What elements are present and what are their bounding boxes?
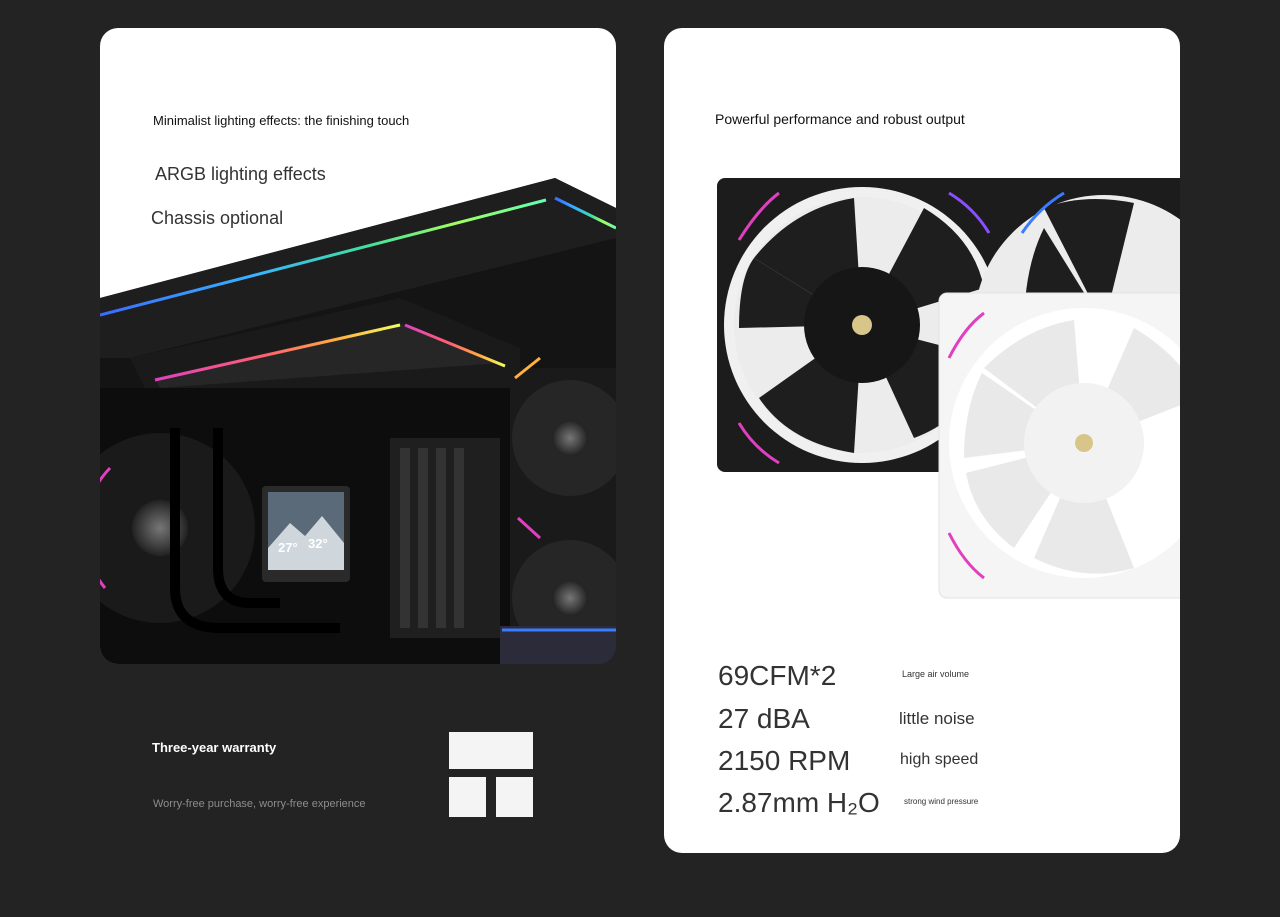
warranty-title: Three-year warranty — [152, 740, 277, 755]
lighting-card: 27° 32° Minimalist lighting effects: the… — [100, 28, 616, 664]
spec-speed-label: high speed — [900, 751, 979, 768]
spec-noise-label: little noise — [899, 709, 975, 728]
spec-noise-value: 27 dBA — [718, 703, 810, 734]
feature-chassis-label: Chassis optional — [151, 208, 284, 228]
lighting-subtitle: Minimalist lighting effects: the finishi… — [153, 113, 410, 128]
display-temp-2: 32° — [308, 536, 328, 551]
warranty-description: Worry-free purchase, worry-free experien… — [153, 798, 366, 810]
brand-logo-icon — [448, 731, 534, 818]
spec-speed-value: 2150 RPM — [718, 745, 851, 776]
display-temp-1: 27° — [278, 540, 298, 555]
feature-argb-label: ARGB lighting effects — [155, 164, 326, 184]
spec-pressure-value: 2.87mm H₂O — [718, 787, 880, 818]
spec-pressure-label: strong wind pressure — [904, 797, 979, 806]
spec-airflow-value: 69CFM*2 — [718, 660, 837, 691]
spec-airflow-label: Large air volume — [902, 669, 970, 679]
performance-card: Powerful performance and robust output 6… — [664, 28, 1180, 853]
